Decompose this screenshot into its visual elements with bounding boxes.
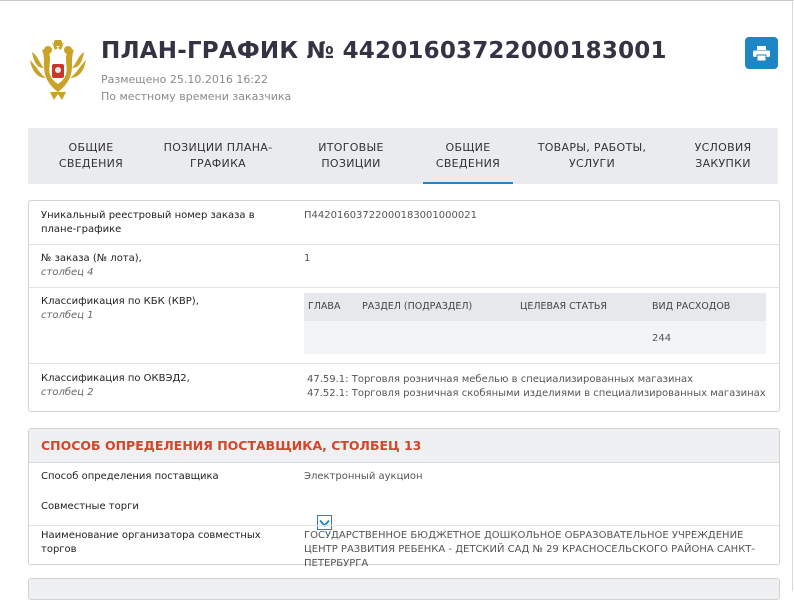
okved-row: Классификация по ОКВЭД2, столбец 2 47.59… <box>29 364 779 411</box>
section-header: СПОСОБ ОПРЕДЕЛЕНИЯ ПОСТАВЩИКА, СТОЛБЕЦ 1… <box>29 429 779 463</box>
page-title: ПЛАН-ГРАФИК № 442016037220001830​01 <box>101 38 667 64</box>
organizer-label: Наименование организатора совместных тор… <box>41 530 261 555</box>
order-number-value: 1 <box>304 253 311 264</box>
tab-label: ИТОГОВЫЕ ПОЗИЦИИ <box>318 141 384 170</box>
tab-purchase-conditions[interactable]: УСЛОВИЯ ЗАКУПКИ <box>668 128 778 184</box>
timezone-note: По местному времени заказчика <box>101 90 292 103</box>
kbk-label: Классификация по КБК (КВР), столбец 1 <box>41 295 271 323</box>
tab-bar: ОБЩИЕ СВЕДЕНИЯ ПОЗИЦИИ ПЛАНА- ГРАФИКА ИТ… <box>28 128 778 184</box>
registry-number-label: Уникальный реестровый номер заказа в пла… <box>41 210 255 235</box>
order-number-column: столбец 4 <box>41 267 94 278</box>
order-number-row: № заказа (№ лота), столбец 4 1 <box>29 245 779 288</box>
divider <box>29 525 779 526</box>
order-number-label: № заказа (№ лота), столбец 4 <box>41 252 271 280</box>
tab-total-positions[interactable]: ИТОГОВЫЕ ПОЗИЦИИ <box>282 128 420 184</box>
printer-icon <box>753 45 770 61</box>
okved-label-text: Классификация по ОКВЭД2, <box>41 373 190 384</box>
joint-tender-label: Совместные торги <box>41 501 139 512</box>
kbk-table-header: ГЛАВА РАЗДЕЛ (ПОДРАЗДЕЛ) ЦЕЛЕВАЯ СТАТЬЯ … <box>304 293 766 321</box>
kbk-column: столбец 1 <box>41 310 94 321</box>
kbk-label-text: Классификация по КБК (КВР), <box>41 296 199 307</box>
okved-label: Классификация по ОКВЭД2, столбец 2 <box>41 372 271 400</box>
tab-general-info-active[interactable]: ОБЩИЕ СВЕДЕНИЯ <box>423 128 513 184</box>
kbk-table-row: 244 <box>304 321 766 354</box>
okved-line: 47.59.1: Торговля розничная мебелью в сп… <box>307 374 694 385</box>
joint-tender-checkbox[interactable] <box>317 515 332 530</box>
kbk-cell-expense-type: 244 <box>652 333 672 344</box>
kbk-header-expense-type: ВИД РАСХОДОВ <box>652 301 731 312</box>
posted-date: Размещено 25.10.2016 16:22 <box>101 73 269 86</box>
method-label: Способ определения поставщика <box>41 471 219 482</box>
tab-label: УСЛОВИЯ ЗАКУПКИ <box>694 141 752 170</box>
method-value: Электронный аукцион <box>304 471 423 482</box>
tab-label: ОБЩИЕ СВЕДЕНИЯ <box>58 141 124 170</box>
order-number-label-text: № заказа (№ лота), <box>41 253 142 264</box>
kbk-header-target: ЦЕЛЕВАЯ СТАТЬЯ <box>520 301 608 312</box>
top-border <box>0 0 794 1</box>
registry-number-value: П442016037220001830010000​21 <box>304 210 477 221</box>
kbk-header-chapter: ГЛАВА <box>308 301 341 312</box>
okved-column: столбец 2 <box>41 387 94 398</box>
registry-number-row: Уникальный реестровый номер заказа в пла… <box>29 201 779 245</box>
order-info-card: Уникальный реестровый номер заказа в пла… <box>28 200 780 412</box>
print-button[interactable] <box>745 37 778 69</box>
coat-of-arms-icon <box>30 40 86 100</box>
right-border <box>792 0 793 591</box>
tab-label: ОБЩИЕ СВЕДЕНИЯ <box>435 141 501 170</box>
okved-line: 47.52.1: Торговля розничная скобяными из… <box>307 388 766 399</box>
section-title: СПОСОБ ОПРЕДЕЛЕНИЯ ПОСТАВЩИКА, СТОЛБЕЦ 1… <box>41 438 422 453</box>
organizer-value: ГОСУДАРСТВЕННОЕ БЮДЖЕТНОЕ ДОШКОЛЬНОЕ ОБР… <box>304 530 756 569</box>
supplier-method-card: СПОСОБ ОПРЕДЕЛЕНИЯ ПОСТАВЩИКА, СТОЛБЕЦ 1… <box>28 428 780 569</box>
tab-goods-works-services[interactable]: ТОВАРЫ, РАБОТЫ, УСЛУГИ <box>516 128 668 184</box>
tab-plan-positions[interactable]: ПОЗИЦИИ ПЛАНА- ГРАФИКА <box>154 128 282 184</box>
kbk-header-section: РАЗДЕЛ (ПОДРАЗДЕЛ) <box>362 301 473 312</box>
okved-values: 47.59.1: Торговля розничная мебелью в сп… <box>307 373 766 401</box>
tab-label: ТОВАРЫ, РАБОТЫ, УСЛУГИ <box>537 141 647 170</box>
tab-label: ПОЗИЦИИ ПЛАНА- ГРАФИКА <box>163 141 273 170</box>
next-section-card <box>28 578 780 600</box>
tab-general-info[interactable]: ОБЩИЕ СВЕДЕНИЯ <box>28 128 154 184</box>
